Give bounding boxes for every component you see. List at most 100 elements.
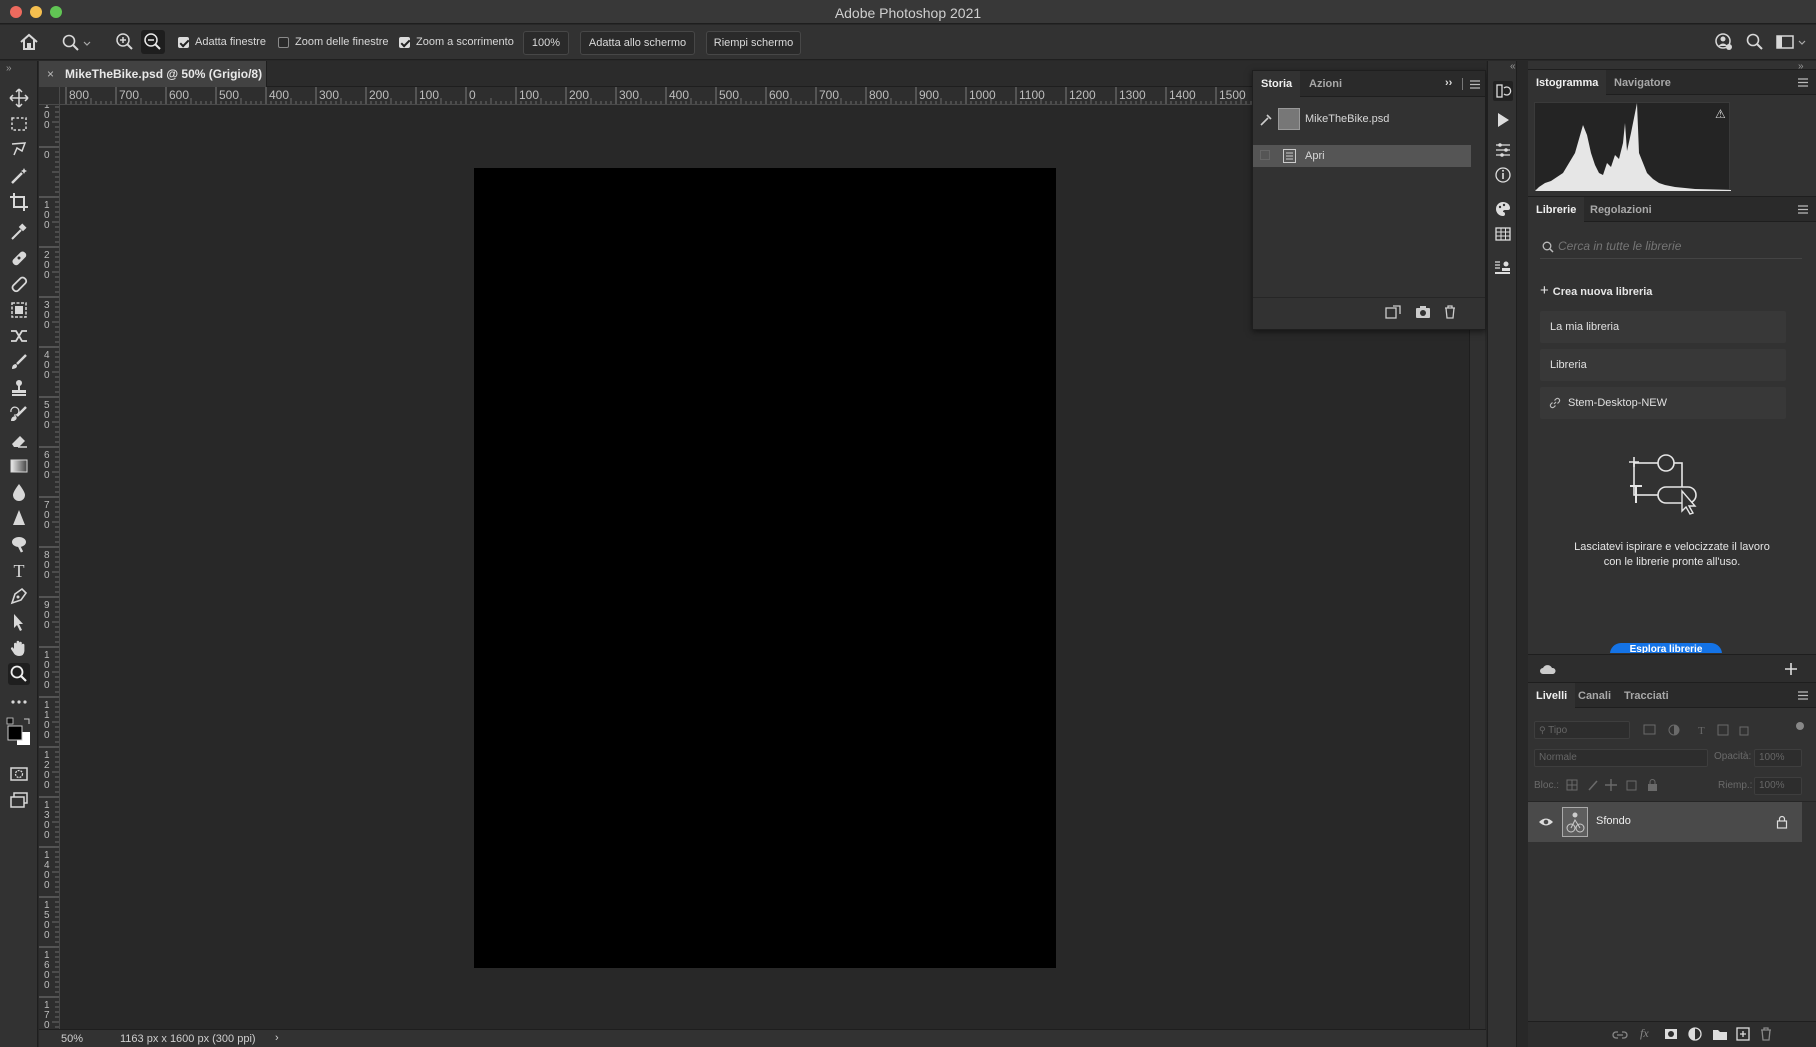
move-tool-icon[interactable] bbox=[8, 87, 30, 109]
healing-brush-tool-icon[interactable] bbox=[8, 247, 30, 269]
trash-icon[interactable] bbox=[1443, 305, 1457, 319]
libraries-menu-icon[interactable] bbox=[1798, 205, 1808, 214]
layer-mask-icon[interactable] bbox=[1664, 1028, 1678, 1040]
layers-menu-icon[interactable] bbox=[1798, 691, 1808, 700]
zoom-all-windows-checkbox[interactable]: Zoom delle finestre bbox=[278, 36, 389, 48]
lock-icons[interactable] bbox=[1566, 778, 1666, 792]
history-brush-tool-icon[interactable] bbox=[8, 403, 30, 425]
marquee-tool-icon[interactable] bbox=[8, 113, 30, 135]
pen-tool-icon[interactable] bbox=[8, 585, 30, 607]
path-selection-tool-icon[interactable] bbox=[8, 611, 30, 633]
history-snapshot[interactable]: MikeTheBike.psd bbox=[1253, 105, 1471, 133]
patch-tool-icon[interactable] bbox=[8, 273, 30, 295]
add-element-icon[interactable] bbox=[1784, 662, 1798, 676]
histogram-menu-icon[interactable] bbox=[1798, 78, 1808, 87]
color-panel-icon[interactable] bbox=[1493, 199, 1513, 219]
workspace-switcher-icon[interactable] bbox=[1775, 32, 1811, 52]
checkbox-box[interactable] bbox=[399, 36, 410, 48]
status-zoom[interactable]: 50% bbox=[61, 1033, 83, 1045]
explore-libraries-button[interactable]: Esplora librerie bbox=[1610, 643, 1722, 653]
layer-row[interactable]: Sfondo bbox=[1528, 802, 1802, 842]
swatches-icon[interactable] bbox=[1493, 224, 1513, 244]
more-tools-icon[interactable] bbox=[8, 691, 30, 713]
gradient-tool-icon[interactable] bbox=[8, 455, 30, 477]
ruler-origin[interactable] bbox=[39, 87, 60, 105]
library-item[interactable]: Libreria bbox=[1540, 349, 1786, 381]
sharpen-tool-icon[interactable] bbox=[8, 507, 30, 529]
delete-layer-icon[interactable] bbox=[1760, 1027, 1772, 1041]
zoom-in-icon[interactable] bbox=[115, 32, 135, 52]
document-tab[interactable]: × MikeTheBike.psd @ 50% (Grigio/8) bbox=[39, 61, 267, 87]
strip-collapse-icon[interactable]: « bbox=[1510, 61, 1516, 72]
opacity-field[interactable]: 100% bbox=[1754, 749, 1802, 767]
fx-icon[interactable]: fx bbox=[1640, 1026, 1649, 1041]
color-swatches[interactable] bbox=[6, 717, 34, 753]
clone-stamp-tool-icon[interactable] bbox=[8, 377, 30, 399]
adapt-windows-checkbox[interactable]: Adatta finestre bbox=[178, 36, 266, 48]
checkbox-box[interactable] bbox=[278, 36, 289, 48]
fill-field[interactable]: 100% bbox=[1754, 777, 1802, 795]
type-tool-icon[interactable]: T bbox=[8, 559, 30, 581]
folder-icon[interactable] bbox=[1712, 1027, 1728, 1041]
screen-mode-icon[interactable] bbox=[8, 789, 30, 811]
home-icon[interactable] bbox=[18, 32, 40, 52]
eraser-tool-icon[interactable] bbox=[8, 429, 30, 451]
lock-icon[interactable] bbox=[1776, 815, 1788, 829]
tab-istogramma[interactable]: Istogramma bbox=[1528, 70, 1607, 96]
lasso-tool-icon[interactable] bbox=[8, 139, 30, 161]
quick-mask-icon[interactable] bbox=[8, 763, 30, 785]
tab-canali[interactable]: Canali bbox=[1570, 683, 1619, 709]
hand-tool-icon[interactable] bbox=[8, 637, 30, 659]
cloud-icon[interactable] bbox=[1540, 663, 1556, 675]
tab-azioni[interactable]: Azioni bbox=[1301, 71, 1350, 97]
recompose-tool-icon[interactable] bbox=[8, 325, 30, 347]
blend-mode-select[interactable]: Normale bbox=[1534, 749, 1708, 767]
zoom-out-icon[interactable] bbox=[141, 30, 165, 54]
tab-livelli[interactable]: Livelli bbox=[1528, 683, 1576, 709]
fill-screen-button[interactable]: Riempi schermo bbox=[706, 31, 801, 55]
fit-screen-button[interactable]: Adatta allo schermo bbox=[580, 31, 695, 55]
tab-regolazioni[interactable]: Regolazioni bbox=[1582, 197, 1660, 223]
library-search-input[interactable] bbox=[1558, 237, 1788, 255]
layer-name[interactable]: Sfondo bbox=[1596, 815, 1631, 827]
create-library-button[interactable]: + Crea nuova libreria bbox=[1540, 282, 1652, 299]
layer-comps-icon[interactable] bbox=[1493, 258, 1513, 278]
close-tab-icon[interactable]: × bbox=[47, 67, 54, 81]
library-item[interactable]: La mia libreria bbox=[1540, 311, 1786, 343]
magic-wand-tool-icon[interactable] bbox=[8, 165, 30, 187]
new-layer-icon[interactable] bbox=[1736, 1027, 1750, 1041]
brush-tool-icon[interactable] bbox=[8, 351, 30, 373]
crop-tool-icon[interactable] bbox=[8, 191, 30, 213]
zoom-tool-icon[interactable] bbox=[8, 663, 30, 685]
filter-toggle[interactable] bbox=[1796, 722, 1804, 730]
document-canvas[interactable] bbox=[474, 168, 1056, 968]
zoom-tool-preset-icon[interactable] bbox=[61, 33, 91, 53]
history-step[interactable]: Apri bbox=[1253, 145, 1471, 167]
history-brush-source-icon[interactable] bbox=[1259, 113, 1273, 127]
tab-tracciati[interactable]: Tracciati bbox=[1616, 683, 1677, 709]
adjustment-layer-icon[interactable] bbox=[1688, 1027, 1702, 1041]
warning-icon[interactable]: ⚠ bbox=[1715, 107, 1726, 121]
share-icon[interactable] bbox=[1714, 32, 1734, 52]
history-step-checkbox[interactable] bbox=[1260, 150, 1270, 160]
link-layers-icon[interactable] bbox=[1612, 1029, 1628, 1041]
eyedropper-tool-icon[interactable] bbox=[8, 221, 30, 243]
tab-storia[interactable]: Storia bbox=[1253, 71, 1301, 97]
adjustments-icon[interactable] bbox=[1493, 140, 1513, 160]
library-item-linked[interactable]: Stem-Desktop-NEW bbox=[1540, 387, 1786, 419]
actions-panel-icon[interactable] bbox=[1493, 110, 1513, 130]
dodge-tool-icon[interactable] bbox=[8, 533, 30, 555]
history-menu-icon[interactable] bbox=[1470, 80, 1480, 89]
blur-tool-icon[interactable] bbox=[8, 481, 30, 503]
horizontal-ruler[interactable]: 800 700 600 500 400 300 200 100 0 100 200 300 400 500… bbox=[60, 87, 1252, 105]
camera-icon[interactable] bbox=[1415, 305, 1431, 319]
scrubby-zoom-checkbox[interactable]: Zoom a scorrimento bbox=[399, 36, 514, 48]
vertical-ruler[interactable]: 1000100200300400500600700800900100011001… bbox=[39, 105, 60, 1029]
search-icon[interactable] bbox=[1745, 32, 1765, 52]
info-icon[interactable] bbox=[1493, 165, 1513, 185]
checkbox-box[interactable] bbox=[178, 36, 189, 48]
new-document-from-state-icon[interactable] bbox=[1385, 305, 1401, 319]
content-aware-icon[interactable] bbox=[8, 299, 30, 321]
layer-filter-kind[interactable]: ⚲ Tipo bbox=[1534, 721, 1630, 739]
library-search[interactable] bbox=[1540, 233, 1802, 259]
